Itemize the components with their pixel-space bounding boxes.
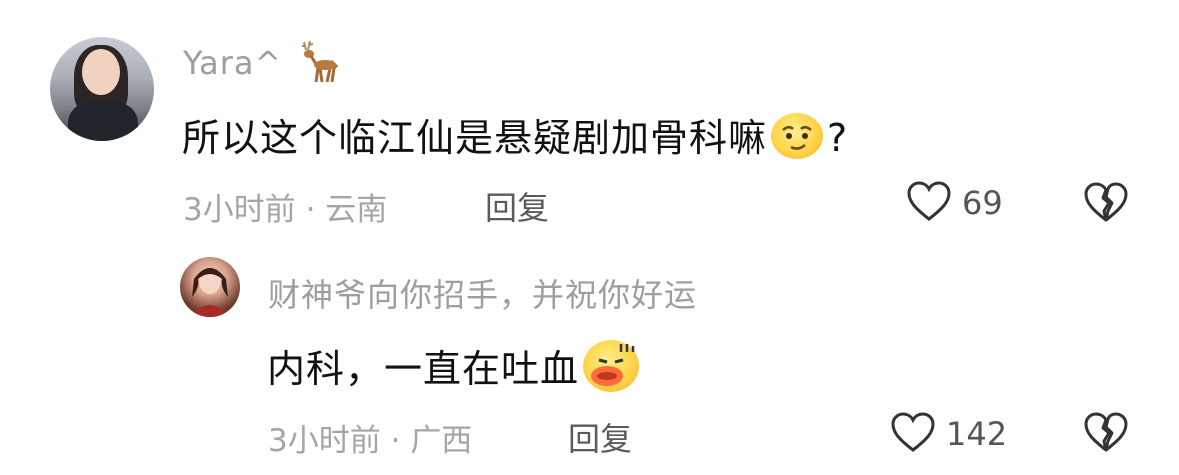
- deer-icon: [294, 38, 342, 84]
- avatar-body: [68, 103, 138, 141]
- comment-time: 3小时前: [183, 192, 296, 228]
- avatar[interactable]: [50, 37, 154, 141]
- comment-text: 所以这个临江仙是悬疑剧加骨科嘛 ?: [182, 107, 848, 162]
- like-count: 69: [962, 184, 1003, 222]
- reply-avatar[interactable]: [180, 257, 240, 317]
- comment-location: 云南: [325, 192, 388, 228]
- reply-body: 内科，一直在吐血: [267, 347, 580, 391]
- reply-dislike-broken-heart-icon[interactable]: [1083, 411, 1129, 453]
- reply-reply-button[interactable]: 回复: [568, 414, 632, 460]
- reply-text: 内科，一直在吐血: [267, 338, 640, 393]
- reply-meta: 3小时前 · 广西: [268, 415, 472, 460]
- dislike-broken-heart-icon[interactable]: [1083, 181, 1129, 223]
- reply-location: 广西: [410, 423, 473, 459]
- reply-time: 3小时前: [268, 423, 381, 459]
- username-text: Yara^: [183, 44, 283, 82]
- like-heart-icon[interactable]: [906, 180, 952, 222]
- comment-body: 所以这个临江仙是悬疑剧加骨科嘛: [182, 116, 768, 160]
- reply-button[interactable]: 回复: [485, 183, 549, 229]
- reply-like-heart-icon[interactable]: [890, 411, 936, 453]
- comment-username[interactable]: Yara^: [183, 38, 342, 84]
- meta-separator: ·: [390, 423, 401, 459]
- reply-like-count: 142: [946, 415, 1008, 453]
- smirk-emoji-icon: [771, 113, 824, 159]
- spit-blood-emoji-icon: [583, 340, 640, 392]
- meta-separator: ·: [305, 192, 316, 228]
- reply-username[interactable]: 财神爷向你招手，并祝你好运: [268, 270, 697, 316]
- comment-meta: 3小时前 · 云南: [183, 184, 387, 229]
- avatar-face: [82, 49, 120, 95]
- comment-suffix: ?: [827, 116, 849, 160]
